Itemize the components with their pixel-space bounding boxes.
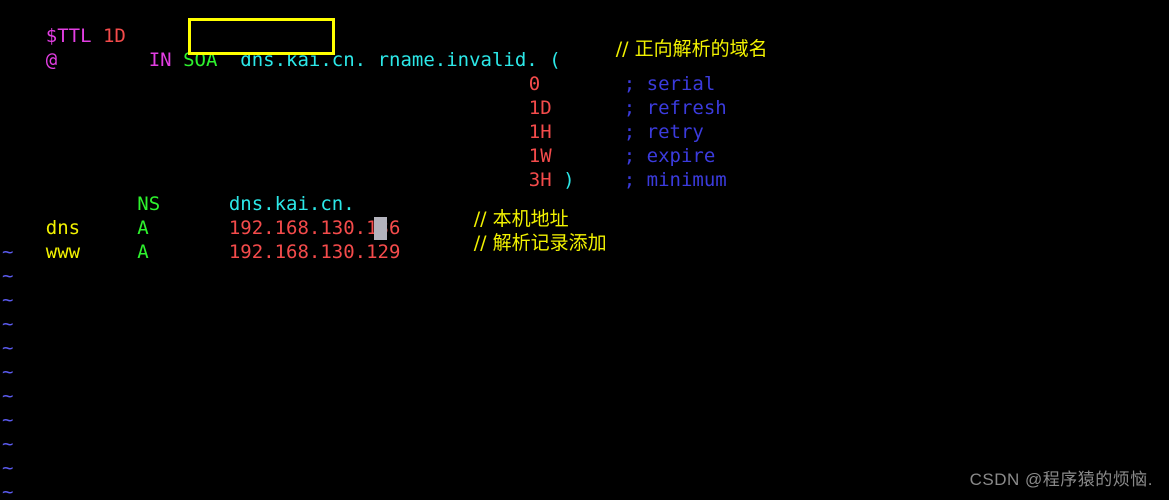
record-comment-line: // 本机地址 bbox=[428, 183, 569, 230]
soa-comment-line: // 正向解析的域名 bbox=[570, 13, 768, 60]
record-comment-line: // 解析记录添加 bbox=[428, 207, 607, 254]
soa-param-row: 0 bbox=[483, 48, 540, 95]
record-owner: www bbox=[45, 241, 81, 263]
empty-line-marker: ~ bbox=[2, 433, 14, 455]
soa-class: IN bbox=[148, 49, 172, 71]
empty-line-marker: ~ bbox=[2, 409, 14, 431]
soa-type: SOA bbox=[183, 49, 218, 71]
soa-param-comment: ; minimum bbox=[578, 144, 727, 191]
soa-open-paren: ( bbox=[549, 49, 561, 71]
empty-line-marker: ~ bbox=[2, 481, 14, 500]
zone-record-row: NS dns.kai.cn. bbox=[0, 168, 354, 215]
empty-line-marker: ~ bbox=[2, 313, 14, 335]
terminal-window: $TTL 1D @ IN SOA dns.kai.cn. rname.inval… bbox=[0, 0, 1169, 500]
empty-line-marker: ~ bbox=[2, 385, 14, 407]
soa-param-row: 3H ) bbox=[483, 144, 575, 191]
empty-line-marker: ~ bbox=[2, 289, 14, 311]
zone-line-soa: @ IN SOA dns.kai.cn. rname.invalid. ( bbox=[0, 24, 561, 71]
empty-line-marker: ~ bbox=[2, 457, 14, 479]
zone-record-row: www A 192.168.130.129 bbox=[0, 216, 401, 263]
soa-owner: @ bbox=[45, 49, 58, 71]
soa-param-row: 1D bbox=[483, 72, 552, 119]
empty-line-marker: ~ bbox=[2, 361, 14, 383]
soa-param-comment: ; retry bbox=[578, 96, 704, 143]
empty-line-marker: ~ bbox=[2, 337, 14, 359]
zone-record-row: dns A 192.168.130.136 bbox=[0, 192, 401, 239]
soa-param-semicolon: ; bbox=[623, 169, 636, 191]
record-type: A bbox=[137, 241, 149, 263]
soa-param-label: minimum bbox=[646, 169, 727, 191]
soa-param-row: 1W bbox=[483, 120, 552, 167]
zone-line-ttl: $TTL 1D bbox=[0, 0, 126, 47]
watermark: CSDN @程序猿的烦恼. bbox=[969, 470, 1153, 489]
soa-param-comment: ; expire bbox=[578, 120, 716, 167]
soa-mname: dns.kai.cn. bbox=[240, 49, 367, 71]
empty-line-marker: ~ bbox=[2, 241, 14, 263]
text-cursor bbox=[374, 217, 387, 240]
empty-line-marker: ~ bbox=[2, 265, 14, 287]
soa-param-comment: ; serial bbox=[578, 48, 716, 95]
record-value: 192.168.130.129 bbox=[228, 241, 401, 263]
record-comment: // 解析记录添加 bbox=[473, 232, 607, 254]
soa-param-row: 1H bbox=[483, 96, 552, 143]
soa-param-comment: ; refresh bbox=[578, 72, 727, 119]
